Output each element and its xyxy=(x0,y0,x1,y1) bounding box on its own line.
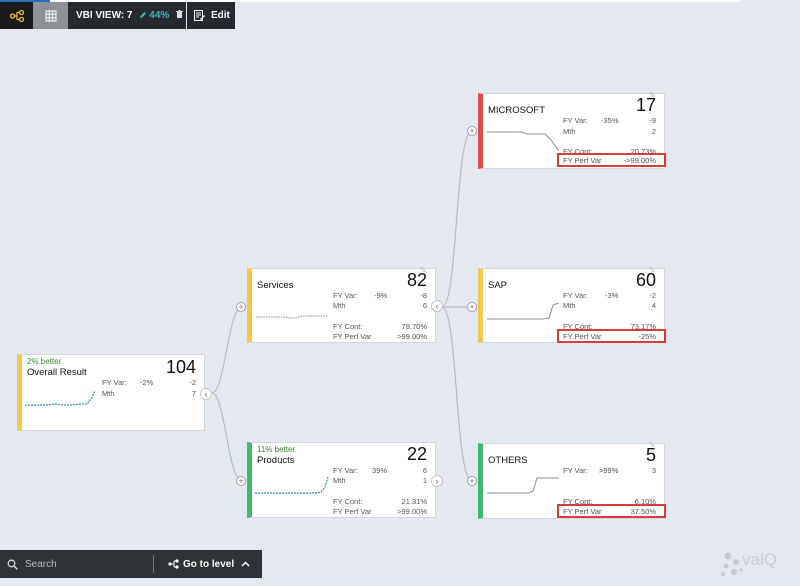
mth-label: Mth xyxy=(102,389,115,398)
divider xyxy=(153,555,154,573)
bottom-bar: Search Go to level xyxy=(0,550,262,578)
mth-label: Mth xyxy=(333,476,346,485)
node-title: Overall Result xyxy=(27,367,87,378)
expand-others-icon[interactable]: + xyxy=(467,476,477,486)
sparkline xyxy=(25,390,96,406)
collapse-overall-toggle[interactable]: ‹ xyxy=(200,388,212,400)
fy-var-abs: 6 xyxy=(422,466,427,475)
mth-label: Mth xyxy=(563,127,576,136)
fy-var-abs: 3 xyxy=(651,466,656,475)
fy-var-pct: -9% xyxy=(374,291,388,300)
connector-services-others xyxy=(441,306,473,482)
mth-value: 2 xyxy=(651,127,656,136)
better-indicator: 11% better xyxy=(257,445,296,454)
collapse-services-toggle[interactable]: ‹ xyxy=(431,300,443,312)
fy-perf-var-label: FY Perf Var xyxy=(563,507,602,516)
fy-var-label: FY Var: xyxy=(333,291,358,300)
expand-services-icon[interactable]: + xyxy=(236,302,246,312)
node-services[interactable]: ✎ 82 Services FY Var: -9% -8 Mth 6 FY Co… xyxy=(247,265,436,343)
mth-label: Mth xyxy=(563,301,576,310)
search-input[interactable]: Search xyxy=(7,550,152,578)
connector-overall-products xyxy=(211,392,243,482)
fy-perf-var-label: FY Perf Var xyxy=(563,156,602,165)
fy-perf-var-value: ->99.00% xyxy=(623,156,656,165)
better-indicator: 2% better xyxy=(27,357,62,366)
node-overall-result[interactable]: 2% better Overall Result 104 FY Var: -2%… xyxy=(17,354,205,431)
expand-microsoft-icon[interactable]: + xyxy=(467,126,477,136)
node-sap[interactable]: ✎ 60 SAP FY Var: -3% -2 Mth 4 FY Cont: 7… xyxy=(478,265,666,343)
fy-var-label: FY Var: xyxy=(102,378,127,387)
fy-cont-value: 78.70% xyxy=(401,322,427,331)
node-title: Services xyxy=(257,280,294,291)
mth-value: 4 xyxy=(651,301,656,310)
fy-var-pct: >99% xyxy=(599,466,619,475)
sparkline xyxy=(487,302,559,320)
fy-cont-value: 21.31% xyxy=(401,497,427,506)
node-value: 22 xyxy=(406,444,427,464)
fy-var-abs: -2 xyxy=(189,378,196,387)
node-value: 5 xyxy=(645,445,656,465)
node-value: 17 xyxy=(635,95,656,115)
fy-perf-var-value: >99.00% xyxy=(397,332,427,341)
fy-var-pct: -2% xyxy=(140,378,154,387)
chevron-up-icon xyxy=(241,561,250,567)
valq-logo-icon xyxy=(721,552,743,576)
fy-var-pct: -3% xyxy=(605,291,619,300)
connector-services-microsoft xyxy=(441,130,473,308)
fy-perf-var-value: >99.00% xyxy=(397,507,427,516)
fy-var-label: FY Var: xyxy=(563,466,588,475)
fy-var-pct: 39% xyxy=(372,466,388,475)
node-microsoft[interactable]: ✎ 17 MICROSOFT FY Var: -35% -9 Mth 2 FY … xyxy=(478,90,666,169)
search-placeholder: Search xyxy=(25,558,57,570)
fy-var-abs: -9 xyxy=(649,116,656,125)
go-to-level-label: Go to level xyxy=(183,558,235,570)
node-value: 104 xyxy=(165,357,196,377)
node-title: Products xyxy=(257,455,295,466)
search-icon xyxy=(7,559,18,570)
connector-overall-services xyxy=(211,306,243,394)
node-value: 60 xyxy=(635,270,656,290)
fy-cont-label: FY Cont: xyxy=(333,497,363,506)
fy-var-abs: -2 xyxy=(649,291,656,300)
fy-var-label: FY Var: xyxy=(563,291,588,300)
mth-label: Mth xyxy=(333,301,346,310)
node-others[interactable]: ✎ 5 OTHERS FY Var: >99% 3 FY Cont: 6.10%… xyxy=(478,440,666,519)
fy-perf-var-label: FY Perf Var xyxy=(333,332,372,341)
node-title: SAP xyxy=(488,280,508,291)
brand-watermark: valQ xyxy=(720,548,800,580)
fy-var-pct: -35% xyxy=(601,116,619,125)
fy-perf-var-value: 37.50% xyxy=(630,507,656,516)
brand-name: valQ xyxy=(742,550,777,569)
fy-var-label: FY Var: xyxy=(333,466,358,475)
expand-sap-icon[interactable]: + xyxy=(467,302,477,312)
hierarchy-icon xyxy=(168,559,179,569)
collapse-products-toggle[interactable]: › xyxy=(431,475,443,487)
fy-perf-var-label: FY Perf Var xyxy=(563,332,602,341)
node-products[interactable]: 11% better 22 Products FY Var: 39% 6 Mth… xyxy=(247,442,436,518)
go-to-level-button[interactable]: Go to level xyxy=(168,550,250,578)
fy-perf-var-value: -25% xyxy=(638,332,656,341)
sparkline xyxy=(487,477,559,494)
node-value: 82 xyxy=(406,270,427,290)
node-title: OTHERS xyxy=(488,455,528,466)
fy-cont-label: FY Cont: xyxy=(333,322,363,331)
mth-value: 6 xyxy=(422,301,427,310)
mth-value: 1 xyxy=(422,476,427,485)
expand-products-icon[interactable]: + xyxy=(236,476,246,486)
fy-perf-var-label: FY Perf Var xyxy=(333,507,372,516)
node-title: MICROSOFT xyxy=(488,105,545,116)
sparkline xyxy=(487,131,559,152)
fy-var-label: FY Var: xyxy=(563,116,588,125)
fy-var-abs: -8 xyxy=(420,291,427,300)
sparkline xyxy=(256,315,328,319)
sparkline xyxy=(255,476,329,494)
mth-value: 7 xyxy=(191,389,196,398)
